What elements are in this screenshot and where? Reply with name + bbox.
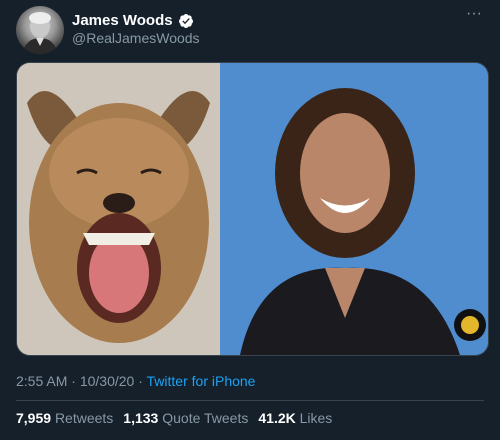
verified-badge-icon: [178, 13, 193, 28]
author-display-name[interactable]: James Woods: [72, 12, 173, 29]
likes-label: Likes: [299, 410, 333, 426]
tweet-meta: 2:55 AM · 10/30/20 · Twitter for iPhone: [16, 373, 255, 389]
tweet-time[interactable]: 2:55 AM: [16, 373, 67, 389]
quote-tweets-count: 1,133: [123, 410, 159, 426]
retweets-count: 7,959: [16, 410, 52, 426]
meta-separator: ·: [67, 373, 80, 389]
media-image-right[interactable]: [220, 63, 488, 355]
tweet-date[interactable]: 10/30/20: [80, 373, 135, 389]
avatar[interactable]: [16, 6, 64, 54]
author-handle[interactable]: @RealJamesWoods: [72, 30, 200, 46]
hyena-photo: [17, 63, 220, 355]
likes-count: 41.2K: [258, 410, 296, 426]
media-image-left[interactable]: [17, 63, 220, 355]
retweets-label: Retweets: [54, 410, 114, 426]
tweet-media[interactable]: [16, 62, 489, 356]
quote-tweets-stat[interactable]: 1,133 Quote Tweets: [123, 410, 248, 426]
meta-separator: ·: [134, 373, 147, 389]
likes-stat[interactable]: 41.2K Likes: [258, 410, 332, 426]
avatar-portrait: [22, 12, 58, 54]
tweet-stats: 7,959 Retweets 1,133 Quote Tweets 41.2K …: [16, 410, 332, 426]
tweet-source-link[interactable]: Twitter for iPhone: [147, 373, 256, 389]
person-photo: [220, 63, 488, 355]
retweets-stat[interactable]: 7,959 Retweets: [16, 410, 113, 426]
more-horizontal-icon[interactable]: ···: [464, 6, 484, 24]
author-name-row: James Woods: [72, 12, 194, 29]
quote-tweets-label: Quote Tweets: [162, 410, 249, 426]
divider: [16, 400, 484, 401]
